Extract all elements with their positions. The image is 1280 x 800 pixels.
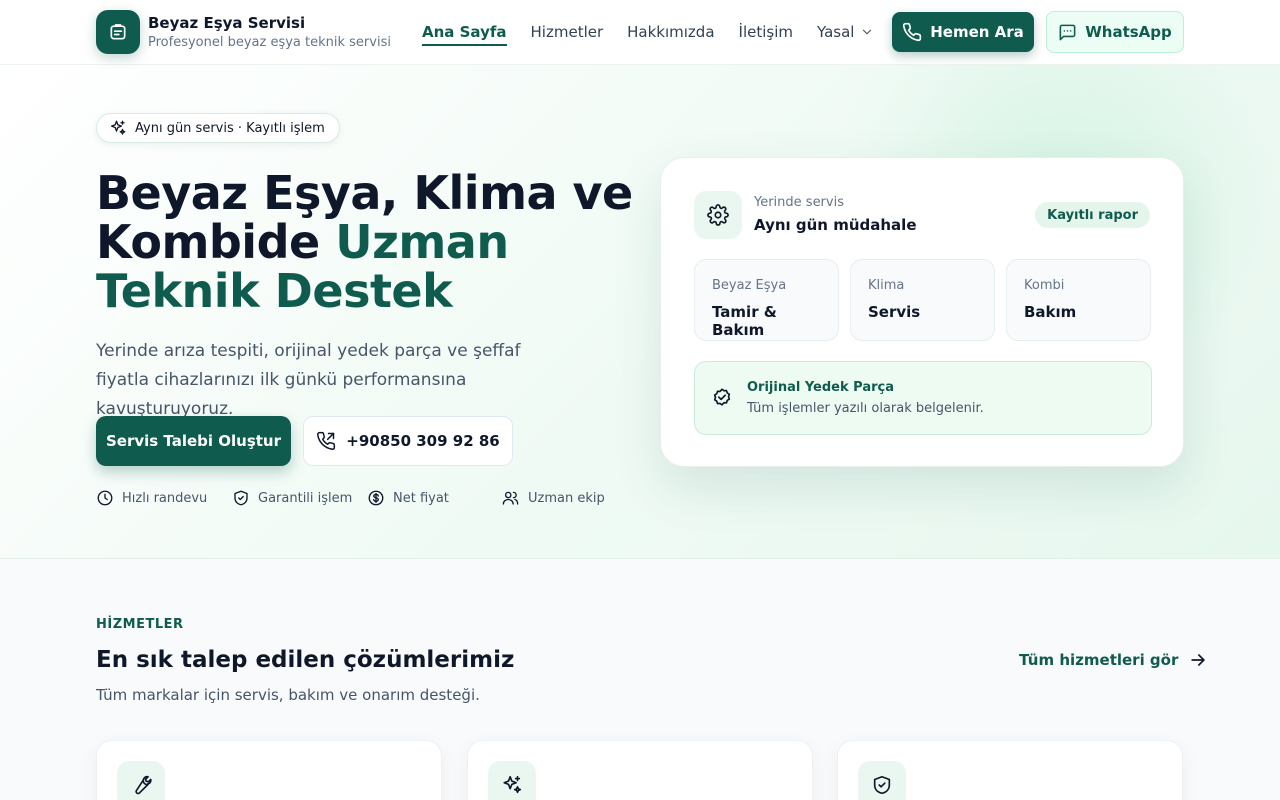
hero-title: Beyaz Eşya, Klima ve Kombide Uzman Tekni… bbox=[96, 166, 633, 318]
shield-check-icon bbox=[873, 775, 891, 795]
main-nav: Ana Sayfa Hizmetler Hakkımızda İletişim … bbox=[422, 0, 898, 64]
feature-expert-team: Uzman ekip bbox=[501, 489, 605, 507]
all-services-link[interactable]: Tüm hizmetleri gör bbox=[1019, 650, 1208, 670]
service-icon-box bbox=[117, 761, 165, 800]
hero-description: Yerinde arıza tespiti, orijinal yedek pa… bbox=[96, 341, 521, 419]
card-icon-box bbox=[694, 191, 742, 239]
service-card-repair[interactable] bbox=[96, 740, 442, 800]
nav-item-about[interactable]: Hakkımızda bbox=[627, 0, 714, 64]
brand-subtitle: Profesyonel beyaz eşya teknik servisi bbox=[148, 35, 391, 50]
gear-icon bbox=[707, 204, 729, 226]
brand-title[interactable]: Beyaz Eşya Servisi bbox=[148, 14, 305, 32]
phone-number-button[interactable]: +90850 309 92 86 bbox=[303, 416, 513, 466]
users-icon bbox=[502, 491, 519, 505]
site-header: Beyaz Eşya Servisi Profesyonel beyaz eşy… bbox=[0, 0, 1280, 65]
service-icon-box bbox=[858, 761, 906, 800]
service-request-button[interactable]: Servis Talebi Oluştur bbox=[96, 416, 291, 466]
hero-pill: Aynı gün servis · Kayıtlı işlem bbox=[96, 113, 340, 143]
hero-section: Aynı gün servis · Kayıtlı işlem Beyaz Eş… bbox=[0, 65, 1280, 559]
feature-fast-appointment: Hızlı randevu bbox=[96, 489, 232, 507]
dollar-icon bbox=[368, 490, 384, 506]
washing-machine-icon bbox=[110, 24, 126, 40]
nav-item-home[interactable]: Ana Sayfa bbox=[422, 0, 507, 64]
hero-features: Hızlı randevu Garantili işlem Net fiyat … bbox=[96, 489, 605, 507]
card-small-label: Yerinde servis bbox=[754, 195, 844, 210]
status-badge: Kayıtlı rapor bbox=[1035, 202, 1150, 228]
phone-icon bbox=[903, 22, 922, 42]
service-card-warranty[interactable] bbox=[837, 740, 1183, 800]
clock-icon bbox=[97, 490, 113, 506]
nav-item-contact[interactable]: İletişim bbox=[739, 0, 793, 64]
section-kicker: HİZMETLER bbox=[96, 617, 184, 632]
service-tile-ac: Klima Servis bbox=[850, 259, 995, 341]
section-title: En sık talep edilen çözümlerimiz bbox=[96, 647, 515, 673]
chevron-down-icon bbox=[860, 25, 874, 39]
arrow-right-icon bbox=[1191, 654, 1206, 666]
service-tile-boiler: Kombi Bakım bbox=[1006, 259, 1151, 341]
badge-check-icon bbox=[711, 387, 733, 413]
section-subtitle: Tüm markalar için servis, bakım ve onarı… bbox=[96, 686, 480, 704]
call-now-button[interactable]: Hemen Ara bbox=[892, 12, 1034, 52]
card-main-label: Aynı gün müdahale bbox=[754, 216, 917, 234]
feature-net-price: Net fiyat bbox=[367, 489, 501, 507]
phone-call-icon bbox=[317, 431, 336, 450]
wrench-icon bbox=[135, 775, 152, 795]
service-icon-box bbox=[488, 761, 536, 800]
nav-item-services[interactable]: Hizmetler bbox=[531, 0, 604, 64]
brand-logo[interactable] bbox=[96, 10, 140, 54]
message-icon bbox=[1059, 24, 1076, 40]
service-card-maintenance[interactable] bbox=[467, 740, 813, 800]
original-parts-notice: Orijinal Yedek Parça Tüm işlemler yazılı… bbox=[694, 361, 1152, 435]
sparkles-icon bbox=[110, 120, 126, 135]
shield-check-icon bbox=[234, 490, 248, 506]
feature-guarantee: Garantili işlem bbox=[232, 489, 367, 507]
whatsapp-button[interactable]: WhatsApp bbox=[1046, 11, 1184, 53]
sparkles-icon bbox=[503, 775, 522, 794]
hero-service-card: Yerinde servis Aynı gün müdahale Kayıtlı… bbox=[660, 157, 1184, 467]
nav-item-legal-dropdown[interactable]: Yasal bbox=[817, 0, 874, 64]
service-tile-white-goods: Beyaz Eşya Tamir & Bakım bbox=[694, 259, 839, 341]
